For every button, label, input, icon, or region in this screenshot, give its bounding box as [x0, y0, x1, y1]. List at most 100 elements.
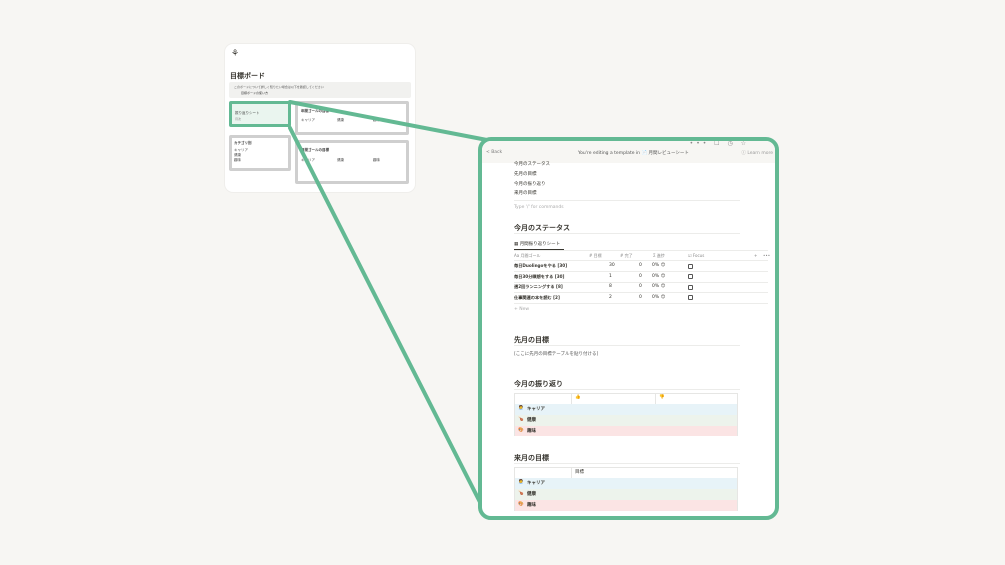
- next-health-label: 健康: [527, 492, 536, 497]
- next-hobby-label: 趣味: [527, 503, 536, 508]
- toc-item-next-month[interactable]: 来月の目標: [514, 190, 537, 196]
- view-tab[interactable]: ▦ 月間振り返りシート: [514, 241, 560, 247]
- health-icon: 🍗: [518, 491, 524, 496]
- toc-item-status[interactable]: 今月のステータス: [514, 161, 550, 167]
- focus-checkbox[interactable]: [688, 284, 693, 290]
- toc-item-last-month[interactable]: 先月の目標: [514, 171, 537, 177]
- table-more-button[interactable]: •••: [763, 253, 770, 258]
- reflection-row-hobby[interactable]: 🎨 趣味: [515, 426, 737, 436]
- board-thumbnail[interactable]: ⚘ 目標ボード このボードについて詳しく知りたい場合は以下を確認してください 目…: [225, 44, 415, 192]
- view-tabs-rule: [514, 250, 768, 251]
- row-done: 0: [639, 263, 642, 268]
- annual-item-1: キャリア: [301, 118, 315, 122]
- review-sheet-sub: 月次: [235, 117, 242, 121]
- screenshot-root: ⚘ 目標ボード このボードについて詳しく知りたい場合は以下を確認してください 目…: [0, 0, 1005, 565]
- row-rule: [514, 302, 768, 304]
- learn-more-link[interactable]: ⓘ Learn more: [741, 150, 773, 156]
- reflection-hobby-label: 趣味: [527, 429, 536, 434]
- row-rule: [514, 281, 768, 283]
- row-target: 8: [609, 284, 612, 289]
- col-done[interactable]: # 完了: [620, 253, 633, 259]
- row-done: 0: [639, 284, 642, 289]
- focus-checkbox[interactable]: [688, 295, 693, 300]
- row-rule: [514, 292, 768, 293]
- divider: [514, 200, 740, 201]
- row-progress: 0% 😊: [652, 284, 666, 289]
- monthly-goals-box[interactable]: 月間ゴールの目標 キャリア 健康 趣味: [295, 140, 409, 184]
- board-title: 目標ボード: [230, 72, 265, 80]
- next-row-career[interactable]: 🧑‍💼 キャリア: [515, 478, 737, 489]
- template-name-link[interactable]: 月間レビューシート: [649, 151, 689, 156]
- notice-prefix: You're editing a template in: [578, 151, 641, 156]
- monthly-goals-title: 月間ゴールの目標: [301, 148, 329, 152]
- review-sheet-label: 振り返りシート: [235, 111, 260, 115]
- next-row-health[interactable]: 🍗 健康: [515, 489, 737, 500]
- reflection-table[interactable]: 👍 👎 🧑‍💼 キャリア 🍗 健康 🎨 趣味: [514, 393, 738, 436]
- topbar-icons[interactable]: ••• ☐ ◷ ☆: [690, 141, 749, 147]
- col-focus[interactable]: ☑ Focus: [688, 253, 704, 258]
- template-banner: ••• ☐ ◷ ☆ < Back You're editing a templa…: [482, 141, 775, 163]
- row-target: 30: [609, 263, 615, 268]
- focus-checkbox[interactable]: [688, 274, 693, 279]
- new-row-button[interactable]: + New: [514, 307, 529, 312]
- last-month-placeholder: [ここに先月の目標テーブルを貼り付ける]: [514, 352, 599, 357]
- row-rule: [514, 271, 768, 272]
- category-title: カテゴリ別: [234, 141, 252, 145]
- col-progress[interactable]: Σ 進捗: [653, 253, 665, 259]
- focus-checkbox[interactable]: [688, 263, 693, 269]
- back-button[interactable]: < Back: [486, 150, 502, 155]
- row-goal: 仕事関連の本を読む [2]: [514, 294, 560, 300]
- hobby-icon: 🎨: [518, 428, 524, 433]
- next-month-heading: 来月の目標: [514, 454, 549, 462]
- next-career-label: キャリア: [527, 481, 545, 486]
- monthly-item-1: キャリア: [301, 158, 315, 162]
- add-column-button[interactable]: +: [754, 253, 757, 258]
- reflection-career-label: キャリア: [527, 407, 545, 412]
- reflection-col-good: 👍: [575, 395, 581, 400]
- header-rule: [514, 260, 768, 261]
- annual-item-3: 趣味: [373, 118, 380, 122]
- annual-goals-title: 年間ゴールの目標: [301, 109, 329, 113]
- status-heading: 今月のステータス: [514, 224, 570, 232]
- health-icon: 🍗: [518, 417, 524, 422]
- monthly-item-2: 健康: [337, 158, 344, 162]
- category-box[interactable]: カテゴリ別 キャリア 健康 趣味: [229, 135, 291, 171]
- row-target: 2: [609, 294, 612, 300]
- last-month-rule: [514, 345, 740, 346]
- row-goal: 週2回ランニングする [8]: [514, 284, 563, 289]
- command-placeholder[interactable]: Type '/' for commands: [514, 205, 564, 210]
- row-progress: 0% 😊: [652, 294, 666, 300]
- annual-item-2: 健康: [337, 118, 344, 122]
- annual-goals-box[interactable]: 年間ゴールの目標 キャリア 健康 趣味: [295, 101, 409, 135]
- callout-text: このボードについて詳しく知りたい場合は以下を確認してください: [234, 85, 324, 89]
- status-heading-rule: [514, 233, 740, 234]
- row-goal: 毎日Duolingoをやる [30]: [514, 263, 568, 268]
- career-icon: 🧑‍💼: [518, 480, 524, 485]
- board-callout: このボードについて詳しく知りたい場合は以下を確認してください 目標ボードの使い方: [229, 82, 411, 98]
- row-goal: 毎日30分瞑想をする [30]: [514, 273, 565, 279]
- callout-link[interactable]: 目標ボードの使い方: [241, 91, 268, 95]
- reflection-row-health[interactable]: 🍗 健康: [515, 415, 737, 426]
- next-month-rule: [514, 463, 740, 464]
- page-icon: 📄: [641, 151, 648, 156]
- next-row-hobby[interactable]: 🎨 趣味: [515, 500, 737, 511]
- board-logo-icon: ⚘: [231, 49, 240, 59]
- reflection-row-career[interactable]: 🧑‍💼 キャリア: [515, 404, 737, 415]
- toc-item-reflection[interactable]: 今月の振り返り: [514, 181, 546, 187]
- next-month-table[interactable]: 目標 🧑‍💼 キャリア 🍗 健康 🎨 趣味: [514, 467, 738, 511]
- row-done: 0: [639, 273, 642, 279]
- row-target: 1: [609, 273, 612, 279]
- col-target[interactable]: # 目標: [589, 253, 602, 259]
- hobby-icon: 🎨: [518, 502, 524, 507]
- last-month-heading: 先月の目標: [514, 336, 549, 344]
- row-progress: 0% 😊: [652, 273, 666, 279]
- next-month-col-goal: 目標: [575, 470, 584, 475]
- review-sheet-box[interactable]: 振り返りシート 月次: [229, 101, 291, 127]
- reflection-heading: 今月の振り返り: [514, 380, 563, 388]
- zoomed-template-page: ••• ☐ ◷ ☆ < Back You're editing a templa…: [478, 137, 779, 520]
- row-done: 0: [639, 294, 642, 300]
- template-notice: You're editing a template in 📄 月間レビューシート: [578, 150, 689, 156]
- reflection-health-label: 健康: [527, 418, 536, 423]
- col-goal[interactable]: Aa 月間ゴール: [514, 253, 540, 259]
- reflection-rule: [514, 389, 740, 390]
